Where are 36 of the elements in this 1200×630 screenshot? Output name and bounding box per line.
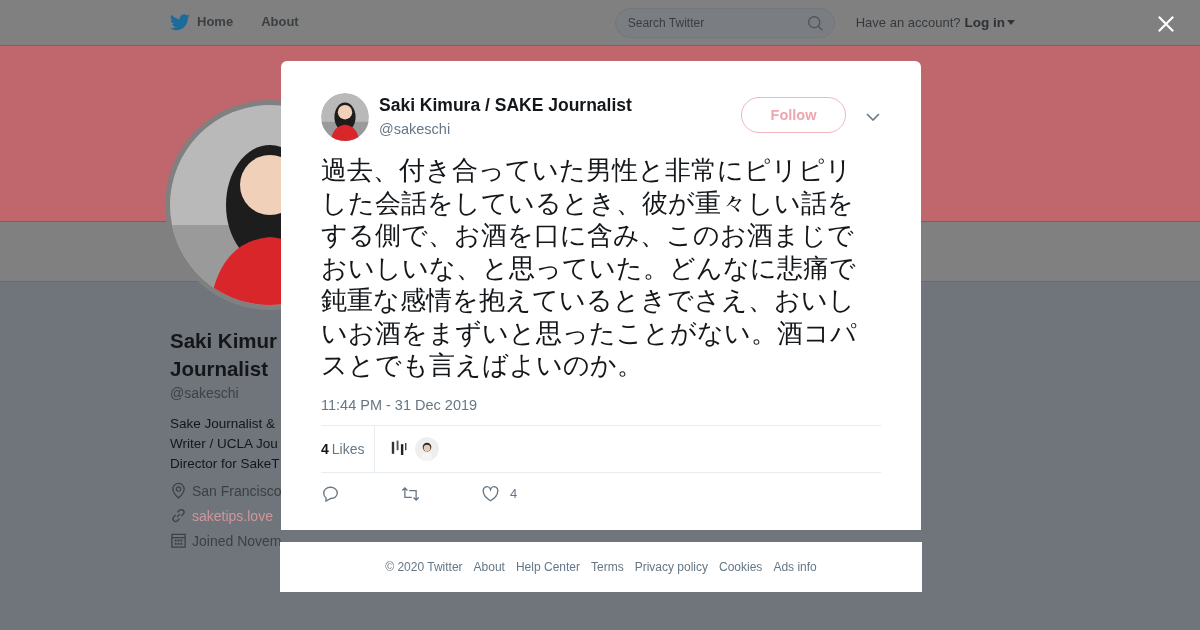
account-prompt: Have an account? — [855, 15, 961, 30]
likes-count[interactable]: 4 Likes — [321, 425, 376, 472]
profile-name: Journalist — [170, 356, 269, 382]
bio-text: Director for SakeT — [170, 455, 281, 473]
like-count: 4 — [510, 486, 518, 501]
footer-link[interactable]: Cookies — [719, 560, 763, 574]
bio-text: Writer / UCLA Jou — [170, 435, 279, 453]
location-text: San Francisco — [192, 482, 281, 499]
nav-link[interactable]: Home — [197, 14, 234, 31]
link-icon — [170, 507, 187, 524]
footer-link[interactable]: Terms — [591, 560, 624, 574]
author-handle[interactable]: @sakeschi — [379, 121, 741, 137]
tweet-text: 過去、付き合っていた男性と非常にピリピリした会話をしているとき、彼が重々しい話をする側で、お酒を口に含み、このお酒まじでおいしいな、と思っていた。どんなに悲痛で鈍重な感情を抱えているときでさえ、おいしいお酒をまずいと思ったことがない。酒コパスとでも言えばよいのか。 — [321, 154, 858, 382]
footer-link[interactable]: Privacy policy — [634, 560, 708, 574]
author-name[interactable]: Saki Kimura / SAKE Journalist — [379, 95, 741, 116]
calendar-icon — [170, 532, 187, 549]
reply-icon[interactable] — [321, 484, 340, 503]
caret-icon — [1007, 20, 1015, 25]
search-field[interactable]: Search Twitter — [614, 7, 835, 38]
tweet-timestamp[interactable]: 11:44 PM - 31 Dec 2019 — [321, 396, 881, 413]
liker-avatar[interactable] — [415, 436, 440, 461]
login-link[interactable]: Log in — [964, 15, 1015, 30]
footer-link[interactable]: About — [473, 560, 505, 574]
copyright-text: © 2020 Twitter — [385, 560, 463, 574]
joined-date: Joined Novem — [192, 532, 281, 549]
nav-link[interactable]: About — [261, 14, 299, 31]
profile-name: Saki Kimur — [170, 328, 279, 354]
heart-icon[interactable] — [481, 484, 500, 503]
close-icon[interactable] — [1157, 15, 1175, 33]
location-pin-icon — [170, 482, 187, 499]
author-avatar[interactable] — [321, 93, 369, 141]
retweet-icon[interactable] — [401, 484, 420, 503]
footer-link[interactable]: Ads info — [773, 560, 817, 574]
chevron-down-icon[interactable] — [866, 113, 880, 121]
footer-link[interactable]: Help Center — [515, 560, 580, 574]
bio-text: Sake Journalist & — [170, 415, 277, 433]
